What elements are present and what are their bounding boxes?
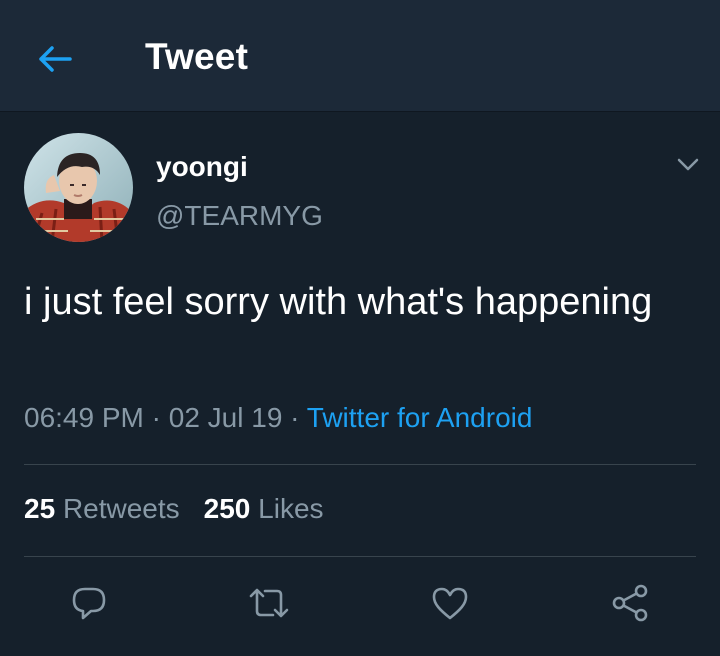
tweet-text: i just feel sorry with what's happening (24, 281, 653, 323)
likes-count: 250 (203, 493, 251, 524)
share-button[interactable] (607, 580, 653, 626)
author-display-name[interactable]: yoongi (156, 151, 248, 183)
profile-photo (24, 133, 133, 242)
back-button[interactable] (30, 34, 80, 84)
retweet-icon (249, 588, 289, 618)
arrow-left-icon (39, 46, 72, 72)
tweet-date: 02 Jul 19 (168, 402, 283, 433)
retweets-stat[interactable]: 25 Retweets (24, 493, 180, 524)
tweet-menu-button[interactable] (670, 150, 706, 180)
author-handle[interactable]: @TEARMYG (156, 200, 323, 232)
page-title: Tweet (145, 36, 249, 77)
divider (24, 464, 696, 465)
retweet-button[interactable] (246, 580, 292, 626)
retweets-count: 25 (24, 493, 56, 524)
reply-icon (72, 587, 106, 620)
likes-stat[interactable]: 250 Likes (204, 493, 324, 524)
separator: · (151, 402, 161, 433)
tweet-stats: 25 Retweets 250 Likes (24, 493, 324, 525)
tweet-time: 06:49 PM (24, 402, 144, 433)
share-icon (612, 584, 648, 622)
like-icon (432, 587, 468, 620)
divider (24, 556, 696, 557)
avatar[interactable] (24, 133, 133, 242)
tweet-source-link[interactable]: Twitter for Android (307, 402, 533, 433)
chevron-down-icon (677, 158, 699, 171)
top-app-bar: Tweet (0, 0, 720, 112)
retweets-label: Retweets (62, 493, 180, 524)
like-button[interactable] (427, 580, 473, 626)
reply-button[interactable] (66, 580, 112, 626)
likes-label: Likes (258, 493, 324, 524)
tweet-meta: 06:49 PM · 02 Jul 19 · Twitter for Andro… (24, 402, 532, 434)
separator: · (290, 402, 300, 433)
